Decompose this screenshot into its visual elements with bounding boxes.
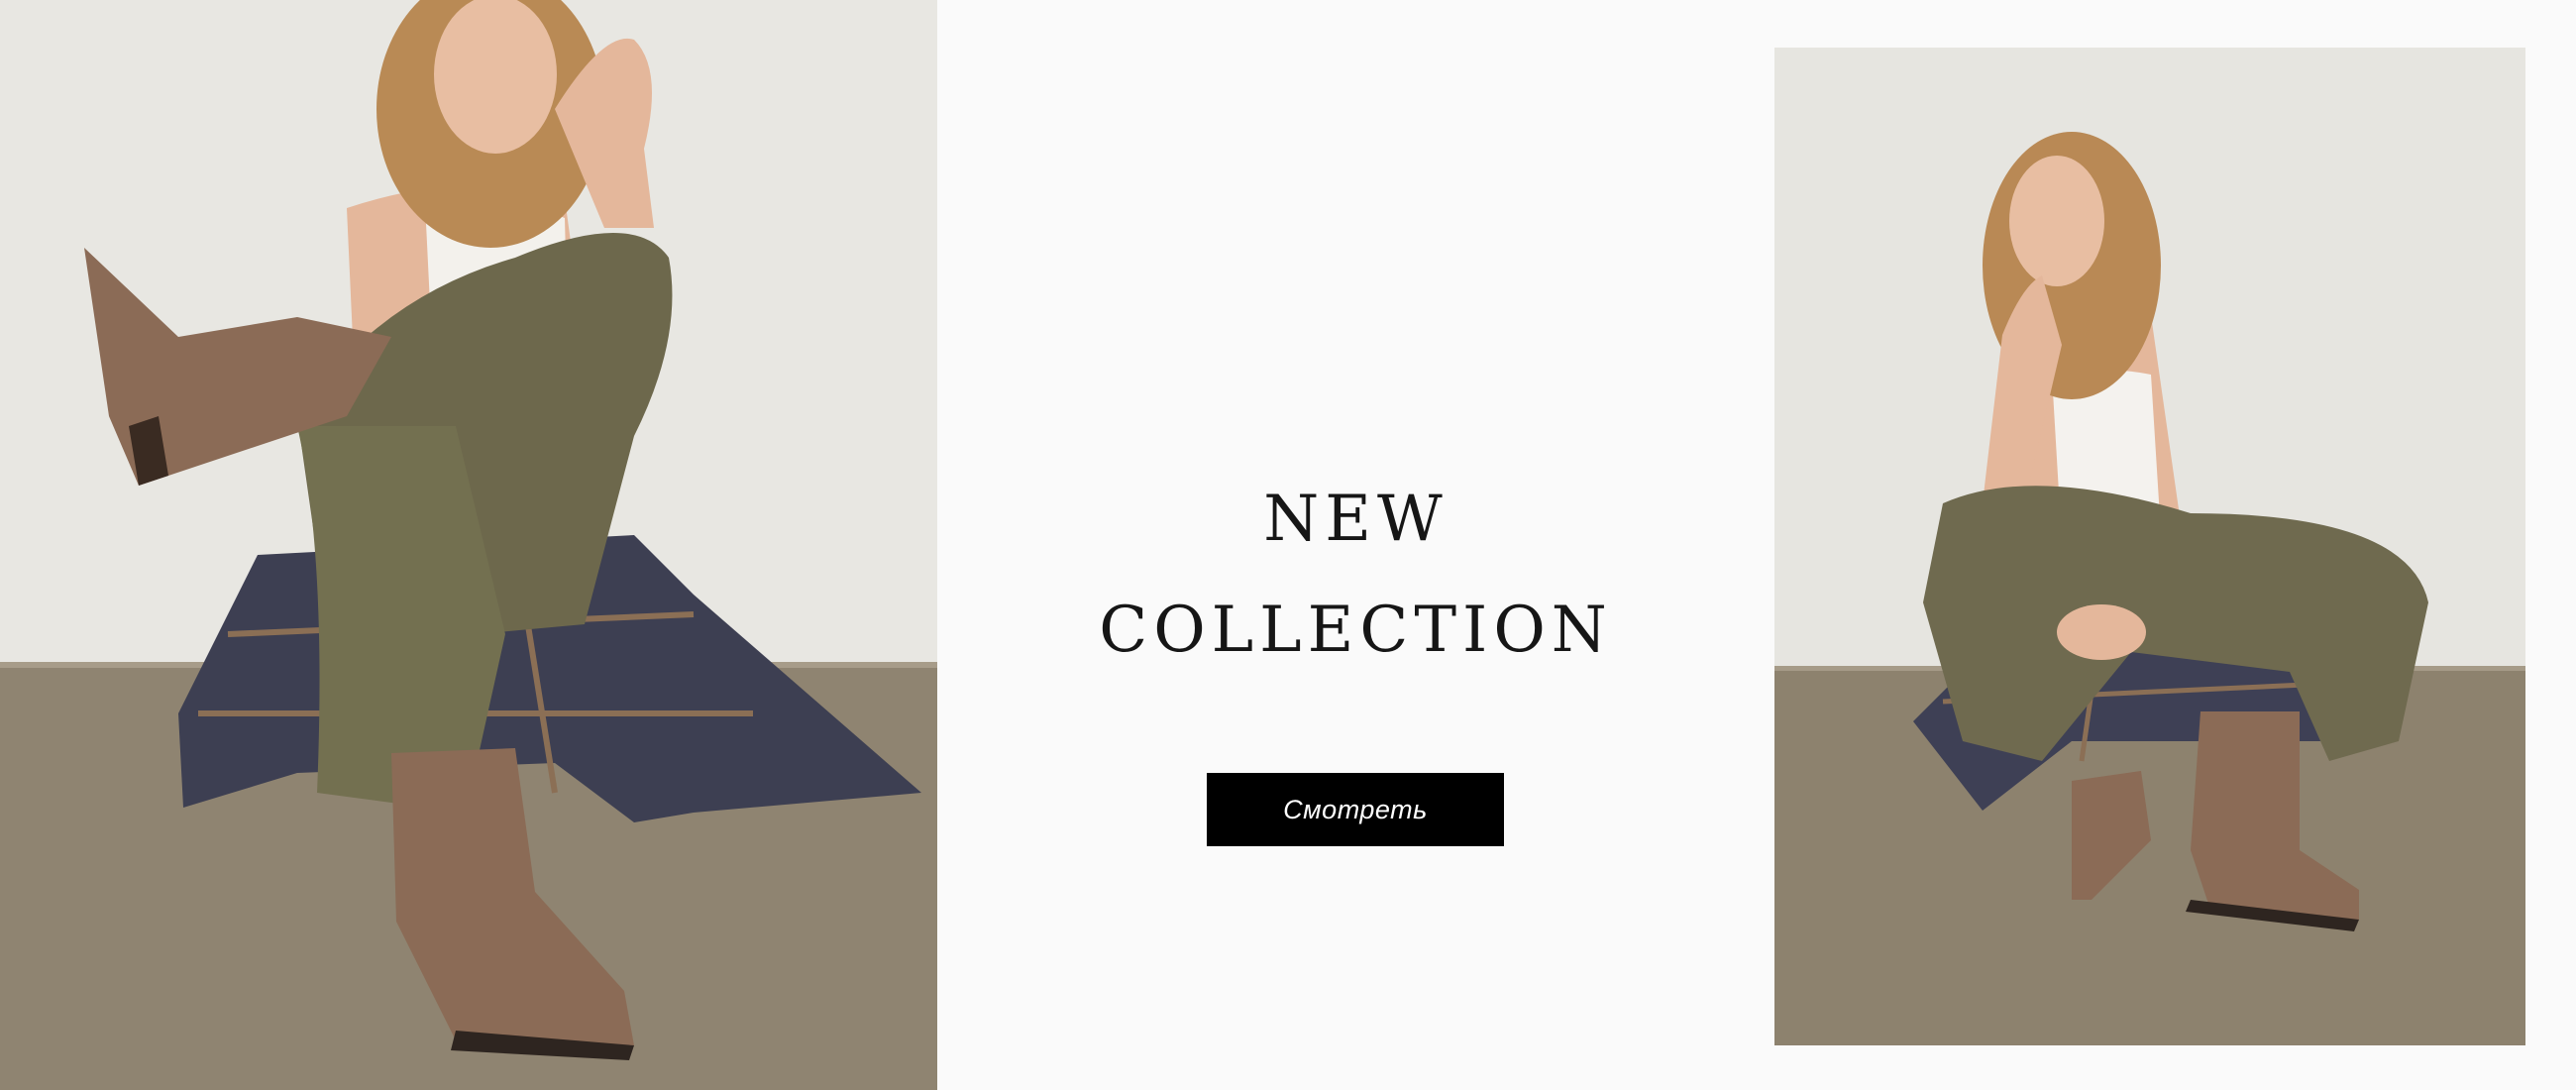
left-model-photo[interactable] [0,0,937,1090]
right-photo-illustration [1774,48,2525,1045]
hero-banner: NEW COLLECTION Смотреть [0,0,2576,1090]
left-photo-illustration [0,0,937,1090]
headline-line-2: COLLECTION [1099,594,1613,667]
hero-text-block: NEW COLLECTION Смотреть [937,0,1774,1090]
right-model-photo[interactable] [1774,48,2525,1045]
headline-line-1: NEW [1263,483,1449,556]
view-collection-button[interactable]: Смотреть [1207,773,1504,846]
hero-headline: NEW COLLECTION [937,464,1774,686]
